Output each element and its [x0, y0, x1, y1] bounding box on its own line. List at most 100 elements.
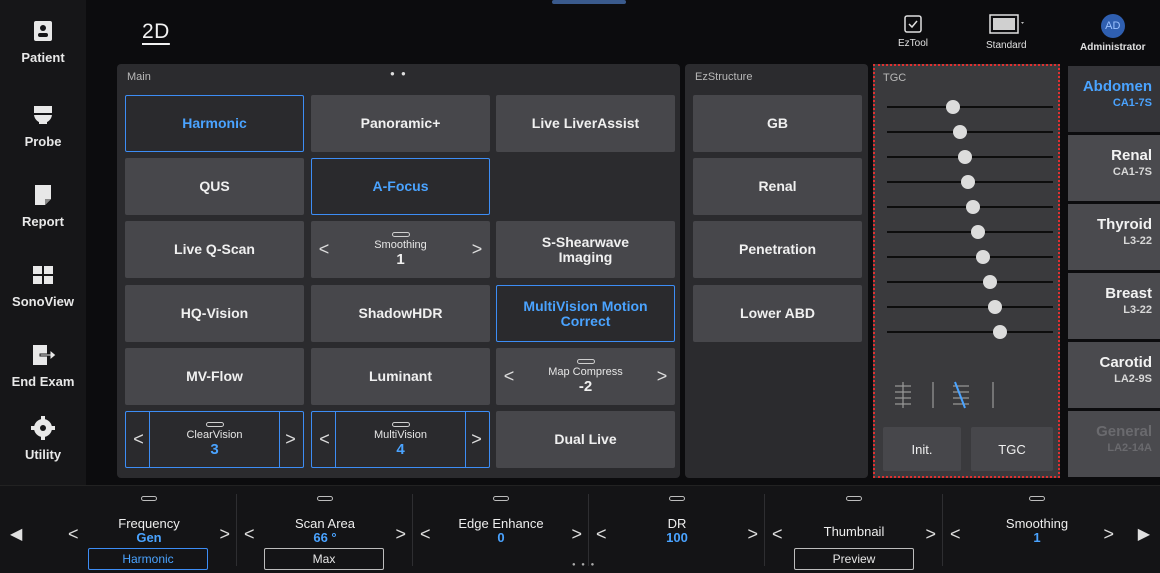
tgc-slider-knob[interactable]	[982, 275, 997, 289]
user-button[interactable]: AD Administrator	[1080, 14, 1146, 53]
standard-button[interactable]: Standard	[986, 14, 1027, 51]
chevron-right-icon[interactable]: >	[279, 412, 301, 467]
dr-control[interactable]: < DR 100 >	[592, 486, 762, 573]
tgc-slider-knob[interactable]	[946, 100, 961, 114]
tgc-slider-track[interactable]	[887, 131, 1053, 133]
qus-button[interactable]: QUS	[125, 158, 304, 215]
bottom-page-indicator: ● ● ●	[572, 562, 597, 568]
sidebar-item-report[interactable]: Report	[0, 182, 86, 252]
page-next-icon[interactable]: ▶	[1138, 524, 1150, 544]
preset-carotid[interactable]: Carotid LA2-9S	[1068, 342, 1160, 408]
chevron-left-icon[interactable]: <	[128, 412, 150, 467]
chevron-right-icon[interactable]: >	[651, 348, 673, 405]
chevron-right-icon[interactable]: >	[466, 221, 488, 278]
scan-area-value: 66 °	[313, 530, 337, 545]
multivision-motion-correct-button[interactable]: MultiVision Motion Correct	[496, 285, 675, 342]
renal-button[interactable]: Renal	[693, 158, 862, 215]
dual-live-button[interactable]: Dual Live	[496, 411, 675, 468]
shadowhdr-button[interactable]: ShadowHDR	[311, 285, 490, 342]
edge-enhance-control[interactable]: < Edge Enhance 0 >	[416, 486, 586, 573]
checkbox-icon	[904, 15, 922, 33]
tgc-button[interactable]: TGC	[971, 427, 1053, 471]
tgc-slider-knob[interactable]	[958, 150, 973, 164]
sidebar-item-utility[interactable]: Utility	[0, 415, 86, 485]
s-shearwave-button[interactable]: S-Shearwave Imaging	[496, 221, 675, 278]
chevron-right-icon[interactable]: >	[747, 524, 758, 545]
hq-vision-button[interactable]: HQ-Vision	[125, 285, 304, 342]
frequency-label: Frequency	[118, 516, 180, 531]
panoramic-button[interactable]: Panoramic+	[311, 95, 490, 152]
tgc-slider-knob[interactable]	[961, 175, 976, 189]
divider	[236, 494, 237, 566]
gb-button[interactable]: GB	[693, 95, 862, 152]
sidebar-item-label: Report	[22, 214, 64, 229]
sidebar-item-patient[interactable]: Patient	[0, 18, 86, 88]
chevron-right-icon[interactable]: >	[1103, 524, 1114, 545]
lower-abd-button[interactable]: Lower ABD	[693, 285, 862, 342]
preset-breast[interactable]: Breast L3-22	[1068, 273, 1160, 339]
ezstructure-panel-title: EzStructure	[695, 71, 753, 83]
harmonic-toggle[interactable]: Harmonic	[88, 548, 208, 570]
chevron-left-icon[interactable]: <	[498, 348, 520, 405]
tgc-slider-track[interactable]	[887, 281, 1053, 283]
smoothing-stepper[interactable]: < Smoothing 1 >	[311, 221, 490, 278]
tgc-slider-knob[interactable]	[992, 325, 1007, 339]
chevron-right-icon[interactable]: >	[465, 412, 487, 467]
avatar: AD	[1100, 14, 1125, 38]
tgc-slider-track[interactable]	[887, 306, 1053, 308]
toggle-pill-icon	[1029, 496, 1045, 501]
frequency-value: Gen	[136, 530, 162, 545]
tgc-slider-knob[interactable]	[971, 225, 986, 239]
sidebar-item-sonoview[interactable]: SonoView	[0, 262, 86, 332]
tgc-init-button[interactable]: Init.	[883, 427, 961, 471]
eztool-button[interactable]: EzTool	[898, 14, 928, 49]
live-liverassist-button[interactable]: Live LiverAssist	[496, 95, 675, 152]
main-panel-title: Main	[127, 71, 151, 83]
sidebar-item-probe[interactable]: Probe	[0, 102, 86, 172]
tgc-slider-track[interactable]	[887, 231, 1053, 233]
sidebar-item-end-exam[interactable]: End Exam	[0, 342, 86, 412]
luminant-button[interactable]: Luminant	[311, 348, 490, 405]
chevron-left-icon[interactable]: <	[314, 412, 336, 467]
multivision-stepper[interactable]: < MultiVision 4 >	[311, 411, 490, 468]
smoothing-control[interactable]: < Smoothing 1 >	[946, 486, 1128, 573]
chevron-left-icon[interactable]: <	[313, 221, 335, 278]
preview-toggle[interactable]: Preview	[794, 548, 914, 570]
tgc-slider-track[interactable]	[887, 331, 1053, 333]
stepper-value: -2	[578, 377, 593, 395]
preset-thyroid[interactable]: Thyroid L3-22	[1068, 204, 1160, 270]
max-toggle[interactable]: Max	[264, 548, 384, 570]
divider	[588, 494, 589, 566]
harmonic-button[interactable]: Harmonic	[125, 95, 304, 152]
chevron-right-icon[interactable]: >	[925, 524, 936, 545]
penetration-button[interactable]: Penetration	[693, 221, 862, 278]
tgc-slider-knob[interactable]	[976, 250, 991, 264]
toggle-pill-icon	[576, 358, 595, 364]
preset-renal[interactable]: Renal CA1-7S	[1068, 135, 1160, 201]
chevron-right-icon[interactable]: >	[571, 524, 582, 545]
map-compress-stepper[interactable]: < Map Compress -2 >	[496, 348, 675, 405]
a-focus-button[interactable]: A-Focus	[311, 158, 490, 215]
gear-icon	[30, 415, 56, 441]
chevron-right-icon[interactable]: >	[219, 524, 230, 545]
tgc-slider-knob[interactable]	[966, 200, 981, 214]
page-prev-icon[interactable]: ◀	[10, 524, 22, 544]
left-sidebar: Patient Probe Report SonoView End Exam U…	[0, 0, 86, 485]
user-label: Administrator	[1080, 42, 1146, 53]
stepper-center: Map Compress -2	[522, 348, 649, 405]
end-exam-icon	[30, 342, 57, 368]
chevron-right-icon[interactable]: >	[395, 524, 406, 545]
tgc-slider-track[interactable]	[887, 106, 1053, 108]
preset-name: Carotid	[1099, 354, 1153, 371]
preset-abdomen[interactable]: Abdomen CA1-7S	[1068, 66, 1160, 132]
preset-name: General	[1096, 423, 1152, 440]
clearvision-stepper[interactable]: < ClearVision 3 >	[125, 411, 304, 468]
preset-name: Breast	[1105, 285, 1152, 302]
live-q-scan-button[interactable]: Live Q-Scan	[125, 221, 304, 278]
tgc-slider-knob[interactable]	[987, 300, 1002, 314]
tgc-slider-knob[interactable]	[953, 125, 968, 139]
tgc-slider-track[interactable]	[887, 256, 1053, 258]
top-drag-handle[interactable]	[552, 0, 626, 4]
mv-flow-button[interactable]: MV-Flow	[125, 348, 304, 405]
stepper-center: Smoothing 1	[337, 221, 464, 278]
